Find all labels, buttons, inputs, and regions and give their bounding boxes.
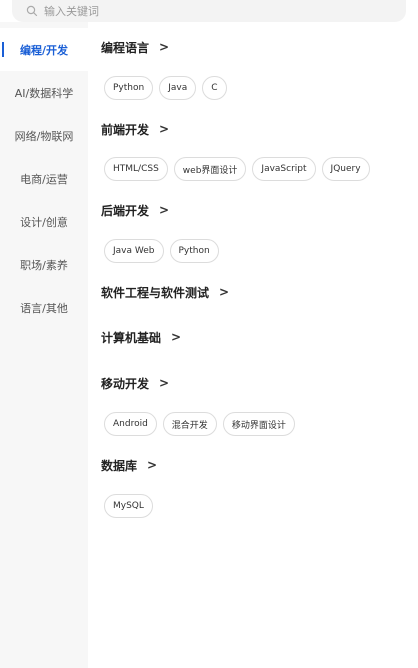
tag-chip[interactable]: MySQL [104, 494, 153, 518]
section-header-database[interactable]: 数据库 > [101, 457, 157, 473]
section-header-mobile[interactable]: 移动开发 > [101, 375, 169, 391]
tag-chip[interactable]: 移动界面设计 [222, 412, 295, 436]
section-title: 前端开发 [101, 122, 150, 137]
tag-chip[interactable]: web界面设计 [173, 157, 247, 181]
sidebar-item-label: 设计/创意 [20, 215, 68, 229]
tag-row-mobile: Android 混合开发 移动界面设计 [104, 412, 295, 436]
tag-chip[interactable]: JQuery [321, 157, 370, 181]
search-icon [26, 5, 38, 17]
tag-chip[interactable]: JavaScript [252, 157, 316, 181]
sidebar-item-ai-data-science[interactable]: AI/数据科学 [0, 71, 88, 114]
section-title: 移动开发 [101, 376, 150, 391]
sidebar-item-label: 电商/运营 [20, 172, 68, 186]
sidebar-item-label: 编程/开发 [19, 43, 69, 57]
chevron-right-icon: > [171, 330, 182, 344]
tag-chip[interactable]: Android [104, 412, 157, 436]
tag-row-programming-languages: Python Java C [104, 76, 227, 100]
sidebar-item-network-iot[interactable]: 网络/物联网 [0, 114, 88, 157]
sidebar-item-ecommerce[interactable]: 电商/运营 [0, 157, 88, 200]
chevron-right-icon: > [159, 40, 170, 54]
sidebar-item-label: 语言/其他 [20, 301, 68, 315]
sidebar-item-language-other[interactable]: 语言/其他 [0, 286, 88, 329]
section-title: 编程语言 [101, 40, 150, 55]
tag-row-backend: Java Web Python [104, 239, 219, 263]
chevron-right-icon: > [159, 203, 170, 217]
tag-chip[interactable]: HTML/CSS [104, 157, 168, 181]
chevron-right-icon: > [159, 376, 170, 390]
tag-chip[interactable]: 混合开发 [162, 412, 217, 436]
section-title: 后端开发 [101, 203, 150, 218]
sidebar-item-label: 网络/物联网 [14, 129, 74, 143]
section-header-computer-basics[interactable]: 计算机基础 > [101, 329, 181, 345]
sidebar-item-label: AI/数据科学 [14, 86, 74, 100]
section-header-frontend[interactable]: 前端开发 > [101, 121, 169, 137]
tag-chip[interactable]: Java [159, 76, 197, 100]
tag-chip[interactable]: Java Web [104, 239, 164, 263]
sidebar-item-design[interactable]: 设计/创意 [0, 200, 88, 243]
section-title: 软件工程与软件测试 [101, 285, 210, 300]
chevron-right-icon: > [159, 122, 170, 136]
search-input[interactable] [44, 4, 344, 18]
tag-chip[interactable]: Python [104, 76, 154, 100]
section-header-backend[interactable]: 后端开发 > [101, 202, 169, 218]
chevron-right-icon: > [219, 285, 230, 299]
category-content: 编程语言 > Python Java C 前端开发 > HTML/CSS web… [88, 22, 418, 668]
section-header-software-engineering[interactable]: 软件工程与软件测试 > [101, 284, 229, 300]
section-title: 计算机基础 [101, 330, 162, 345]
tag-chip[interactable]: Python [169, 239, 219, 263]
sidebar-item-label: 职场/素养 [20, 258, 68, 272]
sidebar-item-career[interactable]: 职场/素养 [0, 243, 88, 286]
sidebar-item-programming[interactable]: 编程/开发 [0, 28, 88, 71]
tag-chip[interactable]: C [202, 76, 227, 100]
section-header-programming-languages[interactable]: 编程语言 > [101, 39, 169, 55]
chevron-right-icon: > [147, 458, 158, 472]
tag-row-frontend: HTML/CSS web界面设计 JavaScript JQuery [104, 157, 370, 181]
category-sidebar: 编程/开发 AI/数据科学 网络/物联网 电商/运营 设计/创意 职场/素养 语… [0, 22, 88, 668]
section-title: 数据库 [101, 458, 138, 473]
search-bar[interactable] [12, 0, 406, 22]
tag-row-database: MySQL [104, 494, 153, 518]
